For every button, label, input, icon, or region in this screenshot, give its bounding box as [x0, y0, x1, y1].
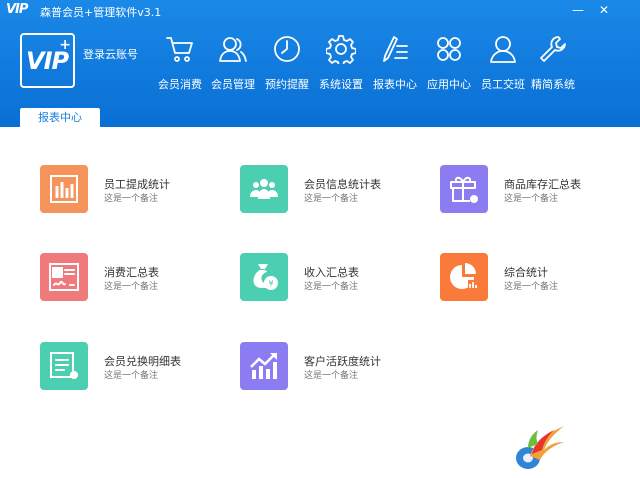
- person-icon: [490, 36, 516, 63]
- money-bag-icon: ¥: [253, 264, 278, 290]
- report-tile: [240, 342, 288, 390]
- report-staff-commission[interactable]: 员工提成统计 这是一个备注: [40, 165, 230, 215]
- svg-text:¥: ¥: [268, 279, 273, 288]
- gift-box-icon: [450, 176, 478, 203]
- nav-member-consumption[interactable]: 会员消费: [152, 30, 208, 92]
- certificate-icon: [49, 263, 79, 291]
- minimize-button[interactable]: —: [568, 2, 588, 18]
- report-member-info[interactable]: 会员信息统计表 这是一个备注: [240, 165, 430, 215]
- login-cloud-account-link[interactable]: 登录云账号: [83, 46, 138, 62]
- brand-flame-disc-icon: [516, 426, 564, 469]
- report-tile: [40, 165, 88, 213]
- report-tile: [440, 165, 488, 213]
- group-icon: [250, 179, 278, 199]
- nav-member-management[interactable]: 会员管理: [205, 30, 261, 92]
- pen-list-icon: [383, 36, 408, 62]
- tab-report-center[interactable]: 报表中心: [20, 108, 100, 127]
- nav-system-settings[interactable]: 系统设置: [313, 30, 369, 92]
- vip-logo: VIP +: [20, 33, 75, 88]
- report-member-redemption[interactable]: 会员兑换明细表 这是一个备注: [40, 342, 230, 392]
- report-tile: [40, 342, 88, 390]
- clock-icon: [274, 36, 300, 62]
- app-logo-icon: VIP: [6, 2, 28, 17]
- window-title: 森普会员+管理软件v3.1: [40, 6, 162, 19]
- report-inventory-summary[interactable]: 商品库存汇总表 这是一个备注: [440, 165, 630, 215]
- report-tile: [440, 253, 488, 301]
- report-tile: [240, 165, 288, 213]
- bar-chart-icon: [50, 175, 78, 203]
- wrench-icon: [540, 36, 566, 62]
- nav-appointment-reminder[interactable]: 预约提醒: [259, 30, 315, 92]
- document-icon: [50, 352, 78, 379]
- nav-app-center[interactable]: 应用中心: [421, 30, 477, 92]
- report-consumption-summary[interactable]: 消费汇总表 这是一个备注: [40, 253, 230, 303]
- report-comprehensive-stats[interactable]: 综合统计 这是一个备注: [440, 253, 630, 303]
- nav-report-center[interactable]: 报表中心: [367, 30, 423, 92]
- trend-chart-icon: [250, 353, 277, 379]
- members-icon: [219, 37, 247, 62]
- report-tile: [40, 253, 88, 301]
- pie-chart-icon: [450, 263, 478, 290]
- apps-grid-icon: [437, 37, 461, 61]
- report-income-summary[interactable]: ¥ 收入汇总表 这是一个备注: [240, 253, 430, 303]
- gear-icon: [326, 35, 356, 64]
- close-button[interactable]: ✕: [594, 2, 614, 18]
- header-bar: VIP 森普会员+管理软件v3.1 — ✕ VIP + 登录云账号 会员消费 会…: [0, 0, 640, 127]
- nav-staff-shift[interactable]: 员工交班: [475, 30, 531, 92]
- report-tile: ¥: [240, 253, 288, 301]
- nav-simple-system[interactable]: 精简系统: [525, 30, 581, 92]
- report-customer-activity[interactable]: 客户活跃度统计 这是一个备注: [240, 342, 430, 392]
- cart-icon: [166, 37, 193, 62]
- title-bar: VIP 森普会员+管理软件v3.1 — ✕: [0, 0, 640, 22]
